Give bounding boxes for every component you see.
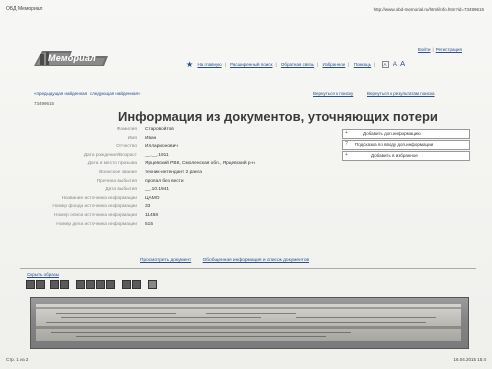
field-row: Дата выбытия __.10.1941 xyxy=(20,187,350,196)
next-page-icon[interactable] xyxy=(96,280,105,289)
scan-line xyxy=(206,313,296,314)
field-row: Фамилия Старовойтов xyxy=(20,127,350,136)
add-favorites-button[interactable]: + Добавить в избранное xyxy=(342,151,470,161)
action-panel: + Добавить доп.информацию ? Подсказка по в… xyxy=(342,129,470,162)
field-value: ЦАМО xyxy=(145,195,160,201)
nav-home[interactable]: На главную xyxy=(197,62,221,67)
field-value: __.10.1941 xyxy=(145,187,170,193)
input-hint-label: Подсказка по вводу доп.информации xyxy=(355,142,434,147)
field-value: 11458 xyxy=(145,212,158,218)
add-favorites-label: Добавить в избранное xyxy=(371,153,418,158)
page-title: Информация из документов, уточняющих пот… xyxy=(118,109,438,124)
add-info-button[interactable]: + Добавить доп.информацию xyxy=(342,129,470,139)
record-id: 73499615 xyxy=(34,101,55,106)
field-row: Имя Иван xyxy=(20,136,350,145)
field-label: Воинское звание xyxy=(99,169,137,175)
register-link[interactable]: Регистрация xyxy=(436,47,462,52)
question-icon: ? xyxy=(345,141,348,147)
page-count: Стр. 1 из 2 xyxy=(6,357,29,362)
auth-links: Войти | Регистрация xyxy=(417,47,462,52)
field-label: Причина выбытия xyxy=(96,178,137,184)
scan-band xyxy=(36,326,461,329)
field-label: Дата и место призыва xyxy=(87,161,137,167)
scan-line xyxy=(296,317,436,318)
add-info-label: Добавить доп.информацию xyxy=(363,131,421,136)
field-label: Имя xyxy=(127,135,137,141)
rotate-right-icon[interactable] xyxy=(60,280,69,289)
field-row: Дата и место призыва Ярцевский РВК, Смоле… xyxy=(20,161,350,170)
scan-line xyxy=(46,322,426,323)
scan-line xyxy=(61,317,261,318)
image-viewer: Скрыть образы xyxy=(20,268,476,353)
zoom-out-icon[interactable] xyxy=(36,280,45,289)
document-scan-image xyxy=(30,297,469,349)
browser-title: ОБД Мемориал xyxy=(6,6,43,12)
field-value: Ярцевский РВК, Смоленская обл., Ярцевски… xyxy=(145,161,255,167)
input-hint-button[interactable]: ? Подсказка по вводу доп.информации xyxy=(342,140,470,150)
field-label: Номер фонда источника информации xyxy=(52,204,137,210)
view-document-link[interactable]: Просмотреть документ xyxy=(140,258,191,263)
document-links: Просмотреть документ Обобщенная информац… xyxy=(140,258,309,263)
login-link[interactable]: Войти xyxy=(418,47,431,52)
field-value: техник-интендант 2 ранга xyxy=(145,169,202,175)
field-value: Иван xyxy=(145,135,157,141)
nav-advanced-search[interactable]: Расширенный поиск xyxy=(230,62,272,67)
fit-width-icon[interactable] xyxy=(122,280,131,289)
top-nav: ★ На главную | Расширенный поиск | Обратна… xyxy=(186,59,406,69)
field-value: 515 xyxy=(145,221,154,227)
field-row: Номер дела источника информации 515 xyxy=(20,222,350,231)
logo-text: Мемориал xyxy=(48,53,96,63)
scan-line xyxy=(76,336,326,337)
field-row: Отчество Илларионович xyxy=(20,144,350,153)
star-icon: ★ xyxy=(186,60,194,69)
generalized-info-link[interactable]: Обобщенная информация и список документо… xyxy=(203,258,309,263)
field-row: Номер фонда источника информации 33 xyxy=(20,204,350,213)
field-value: Илларионович xyxy=(145,144,178,150)
field-value: __.__.1911 xyxy=(145,152,169,158)
field-label: Дата выбытия xyxy=(105,187,137,193)
field-label: Номер дела источника информации xyxy=(56,221,137,227)
font-size-small[interactable]: A xyxy=(381,61,389,68)
zoom-in-icon[interactable] xyxy=(26,280,35,289)
hide-images-link[interactable]: Скрыть образы xyxy=(27,272,59,277)
field-value: пропал без вести xyxy=(145,178,184,184)
print-datetime: 16.04.2015 15:4 xyxy=(453,357,486,362)
font-size-medium[interactable]: A xyxy=(393,62,397,68)
scan-line xyxy=(56,313,176,314)
field-label: Дата рождения/Возраст xyxy=(83,152,137,158)
scan-band xyxy=(36,307,461,309)
next-found-link[interactable]: следующая найденная» xyxy=(90,91,140,96)
nav-help[interactable]: Помощь xyxy=(354,62,371,67)
scan-line xyxy=(51,332,351,333)
scan-sheet xyxy=(36,304,461,341)
prev-page-icon[interactable] xyxy=(86,280,95,289)
field-label: Номер описи источника информации xyxy=(54,212,137,218)
printed-page: ОБД Мемориал http://www.obd-memorial.ru/… xyxy=(0,0,492,369)
nav-feedback[interactable]: Обратная связь xyxy=(281,62,314,67)
font-size-large[interactable]: A xyxy=(400,59,405,68)
rotate-left-icon[interactable] xyxy=(50,280,59,289)
site-logo[interactable]: Мемориал xyxy=(32,48,110,70)
page-url: http://www.obd-memorial.ru/html/info.htm… xyxy=(373,7,484,12)
field-row: Причина выбытия пропал без вести xyxy=(20,179,350,188)
plus-icon: + xyxy=(345,152,348,158)
field-label: Название источника информации xyxy=(61,195,137,201)
field-row: Воинское звание техник-интендант 2 ранга xyxy=(20,170,350,179)
plus-icon: + xyxy=(345,130,348,136)
back-to-results-link[interactable]: Вернуться к результатам поиска xyxy=(367,91,435,96)
back-to-search-link[interactable]: Вернуться к поиску xyxy=(313,91,353,96)
fit-page-icon[interactable] xyxy=(132,280,141,289)
print-icon[interactable] xyxy=(148,280,157,289)
field-label: Фамилия xyxy=(116,127,137,132)
record-fields: Фамилия Старовойтов Имя Иван Отчество Иллар… xyxy=(20,127,350,230)
first-page-icon[interactable] xyxy=(76,280,85,289)
field-row: Номер описи источника информации 11458 xyxy=(20,213,350,222)
field-label: Отчество xyxy=(116,144,137,150)
field-value: Старовойтов xyxy=(145,127,174,132)
field-value: 33 xyxy=(145,204,151,210)
prev-found-link[interactable]: «предыдущая найденная xyxy=(34,91,87,96)
last-page-icon[interactable] xyxy=(106,280,115,289)
nav-favorites[interactable]: Избранное xyxy=(322,62,345,67)
